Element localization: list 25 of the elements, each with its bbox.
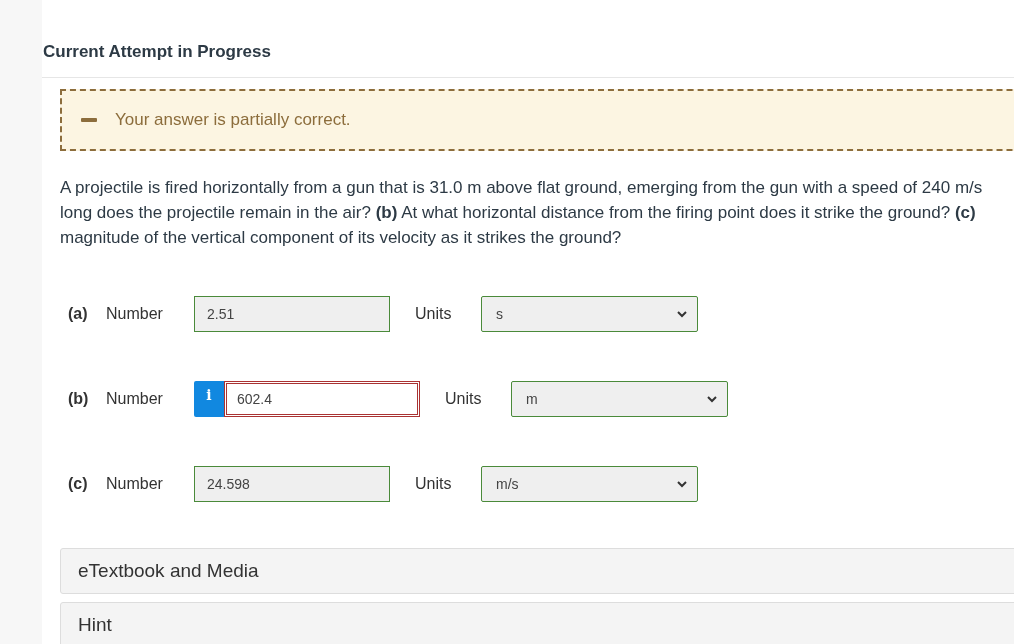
chevron-down-icon <box>677 310 687 318</box>
chevron-down-icon <box>707 395 717 403</box>
units-label: Units <box>415 305 453 323</box>
chevron-down-icon <box>677 480 687 488</box>
units-label: Units <box>445 390 483 408</box>
number-label: Number <box>106 305 164 323</box>
units-select[interactable]: m/s <box>481 466 698 502</box>
part-label: (a) <box>68 305 89 323</box>
section-heading: Current Attempt in Progress <box>43 42 272 63</box>
number-label: Number <box>106 390 164 408</box>
units-select[interactable]: s <box>481 296 698 332</box>
feedback-message: Your answer is partially correct. <box>115 110 351 130</box>
units-label: Units <box>415 475 453 493</box>
part-label: (b) <box>68 390 90 408</box>
answer-field[interactable]: 24.598 <box>194 466 390 502</box>
accordion-panel[interactable]: eTextbook and Media <box>60 548 1014 594</box>
units-select[interactable]: m <box>511 381 728 417</box>
answer-field[interactable]: 2.51 <box>194 296 390 332</box>
info-button[interactable]: i <box>194 381 224 417</box>
accordion-panel[interactable]: Hint <box>60 602 1014 644</box>
number-label: Number <box>106 475 164 493</box>
part-label: (c) <box>68 475 89 493</box>
answer-field[interactable]: 602.4 <box>224 381 420 417</box>
minus-icon <box>81 118 97 122</box>
question-text: A projectile is fired horizontally from a gun that is 31.0 m above flat ground, emerging from the gun with a speed of 240 m/s long does the projectile remain in the air? (b) At what horizontal distance from the firing point does it strike the ground? (c) magnitude of the vertical component of its velocity as it strikes the ground? <box>60 177 984 249</box>
